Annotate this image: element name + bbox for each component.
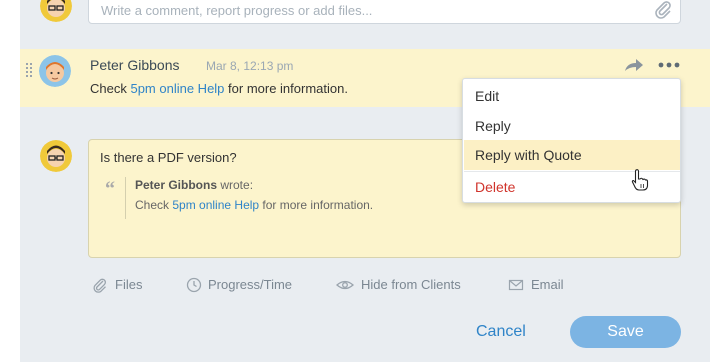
quote-divider xyxy=(125,177,126,219)
quote-author: Peter Gibbons xyxy=(135,178,218,192)
drag-handle-icon[interactable] xyxy=(26,63,34,77)
save-button[interactable]: Save xyxy=(570,316,681,348)
menu-item-reply[interactable]: Reply xyxy=(464,111,680,141)
reply-text[interactable]: Is there a PDF version? xyxy=(100,150,237,165)
menu-item-reply-with-quote[interactable]: Reply with Quote xyxy=(464,140,680,170)
hide-from-clients-label: Hide from Clients xyxy=(361,277,461,292)
hand-pointer-icon xyxy=(631,169,649,191)
more-options-icon[interactable] xyxy=(658,62,680,68)
current-user-avatar xyxy=(40,140,72,172)
menu-item-edit[interactable]: Edit xyxy=(464,81,680,111)
quote-wrote: wrote: xyxy=(217,178,254,192)
help-link[interactable]: 5pm online Help xyxy=(130,81,224,96)
quote-text-before: Check xyxy=(135,198,173,212)
quote-help-link[interactable]: 5pm online Help xyxy=(172,198,259,212)
files-label: Files xyxy=(115,277,143,292)
quote-text: Check 5pm online Help for more informati… xyxy=(135,198,373,212)
envelope-icon xyxy=(508,279,524,291)
paperclip-icon[interactable] xyxy=(654,0,672,19)
author-avatar xyxy=(39,55,71,87)
paperclip-icon xyxy=(93,278,106,293)
clock-icon xyxy=(186,277,202,293)
progress-time-label: Progress/Time xyxy=(208,277,293,292)
comment-text-before: Check xyxy=(90,81,131,96)
comment-text: Check 5pm online Help for more informati… xyxy=(90,81,348,96)
quote-icon: “ xyxy=(105,178,115,200)
comment-input[interactable]: Write a comment, report progress or add … xyxy=(88,0,681,24)
quote-header: Peter Gibbons wrote: xyxy=(135,178,253,192)
quote-text-after: for more information. xyxy=(259,198,374,212)
comment-time: Mar 8, 12:13 pm xyxy=(206,59,294,73)
eye-icon xyxy=(336,280,354,290)
share-icon[interactable] xyxy=(623,57,645,73)
email-label: Email xyxy=(531,277,564,292)
cancel-button[interactable]: Cancel xyxy=(476,323,526,341)
comment-input-placeholder: Write a comment, report progress or add … xyxy=(101,3,373,18)
comment-text-after: for more information. xyxy=(224,81,348,96)
comment-author[interactable]: Peter Gibbons xyxy=(90,57,180,73)
